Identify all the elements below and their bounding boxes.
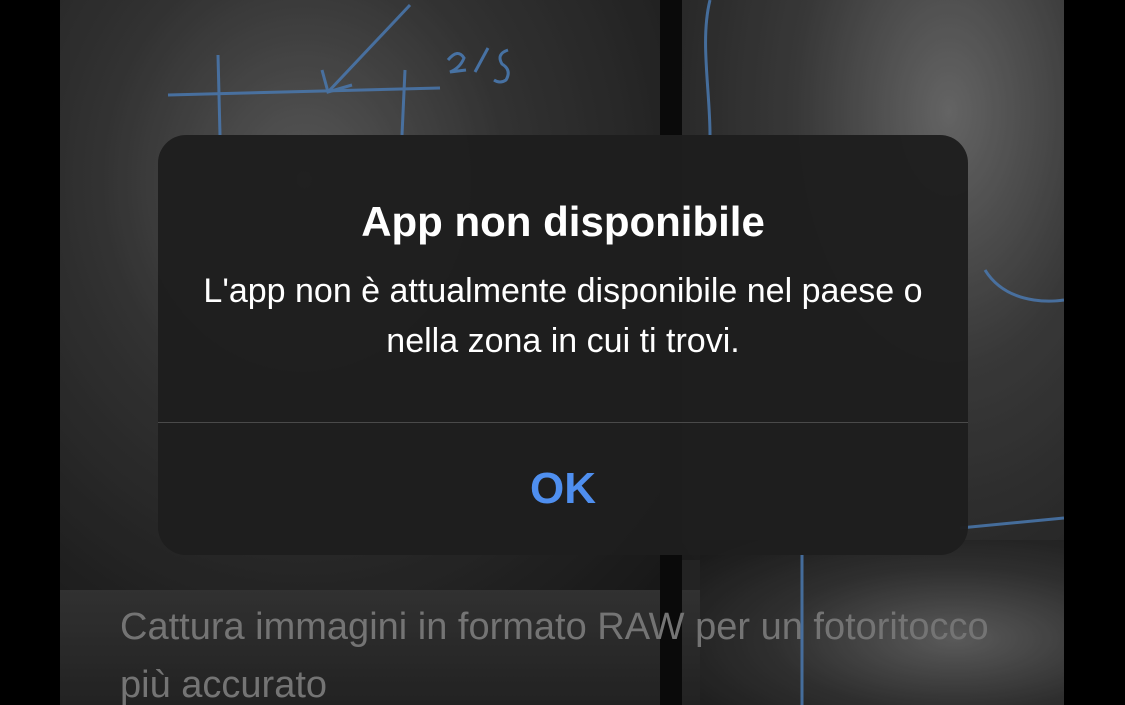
ok-button[interactable]: OK: [158, 423, 968, 555]
alert-title: App non disponibile: [361, 198, 765, 245]
alert-message: L'app non è attualmente disponibile nel …: [203, 272, 923, 360]
alert-dialog: App non disponibile L'app non è attualme…: [158, 135, 968, 555]
screen: Cattura immagini in formato RAW per un f…: [0, 0, 1125, 705]
